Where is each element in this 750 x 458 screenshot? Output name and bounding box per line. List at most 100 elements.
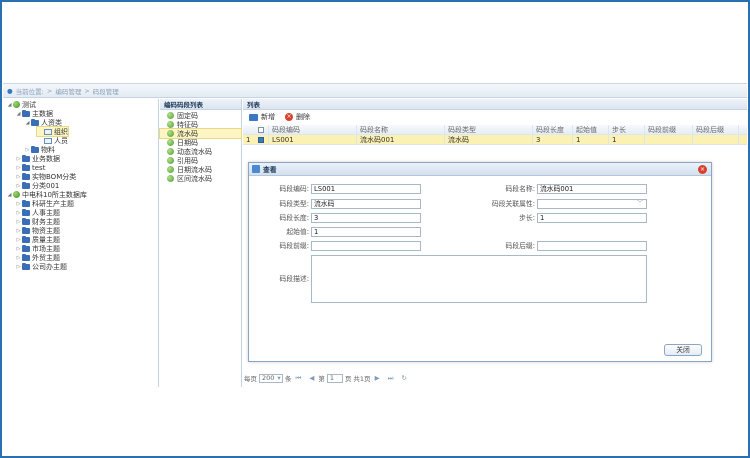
collapsed-arrow-icon[interactable]: ▷ [15,156,22,162]
collapsed-arrow-icon[interactable]: ▷ [15,264,22,270]
column-header[interactable]: 码段前缀 [645,125,693,134]
folder-icon [22,262,30,270]
collapsed-arrow-icon[interactable]: ▷ [15,228,22,234]
tree-node[interactable]: ▷ 公司办主题 [15,262,67,271]
tree-node-label: 人员 [54,136,68,145]
segment-item[interactable]: 区间流水码 [160,174,241,183]
category-tree: ◢ 测试 ◢ 主数据 ◢ 人资类 组织 人员 ▷ 物料 ▷ 业务数据 ▷ test ▷ 实物BOM分类 ▷ 分类0… [3,99,159,387]
dialog-close-icon[interactable]: × [698,165,707,174]
expanded-arrow-icon[interactable]: ◢ [24,120,31,126]
segment-icon [167,157,174,164]
folder-icon [22,181,30,189]
dialog-title: 查看 [263,166,277,174]
expanded-arrow-icon[interactable]: ◢ [6,192,13,198]
folder-icon [31,145,39,153]
page-size-value: 200 [262,374,275,382]
collapsed-arrow-icon[interactable]: ▷ [15,246,22,252]
suffix-field[interactable] [537,241,647,251]
segment-icon [167,121,174,128]
delete-button-label: 删除 [296,113,310,121]
segment-icon [167,148,174,155]
pager-page-suffix: 页 共1页 [344,375,371,383]
tree-node[interactable]: ▷ 业务数据 [15,154,60,163]
pager: 每页 200 ▾ 条 ⏮ ◀ 第 1 页 共1页 ▶ ⏭ ↻ [243,371,747,385]
folder-icon [22,235,30,243]
column-header[interactable]: 码段类型 [445,125,533,134]
folder-icon [22,199,30,207]
column-header[interactable]: 码段名称 [357,125,445,134]
delete-button[interactable]: × 删除 [285,112,310,122]
table-cell: 流水码 [445,135,533,144]
collapsed-arrow-icon[interactable]: ▷ [15,174,22,180]
collapsed-arrow-icon[interactable]: ▷ [15,255,22,261]
desc-textarea[interactable] [311,255,647,303]
pager-per-page-label: 每页 [244,375,257,383]
row-index-cell: 1 [243,135,269,144]
type-field[interactable]: 流水码 [311,199,421,209]
tree-node-label: test [32,163,46,172]
desc-label: 码段描述: [279,275,309,283]
segment-icon [167,166,174,173]
table-cell: LS001 [269,135,357,144]
length-field[interactable]: 3 [311,213,421,223]
collapsed-arrow-icon[interactable]: ▷ [15,237,22,243]
segment-icon [167,112,174,119]
table-cell: 流水码001 [357,135,445,144]
name-field[interactable]: 流水码001 [537,184,647,194]
next-page-icon[interactable]: ▶ [375,374,380,382]
type-label: 码段类型: [279,200,309,208]
prev-page-icon[interactable]: ◀ [309,374,314,382]
collapsed-arrow-icon[interactable]: ▷ [15,219,22,225]
segment-item[interactable]: 特征码 [160,120,241,129]
grid-header: 码段编码 码段名称 码段类型 码段长度 起始值 步长 码段前缀 码段后缀 [243,125,747,135]
delete-icon: × [285,113,293,121]
first-page-icon[interactable]: ⏮ [296,374,302,383]
attr-select[interactable]: ﹀ [537,199,647,209]
column-header[interactable]: 码段编码 [269,125,357,134]
folder-icon [22,109,30,117]
segment-item[interactable]: 固定码 [160,111,241,120]
column-header[interactable]: 码段后缀 [693,125,739,134]
refresh-icon[interactable]: ↻ [401,374,406,382]
attr-label: 码段关联属性: [491,200,535,208]
add-button[interactable]: 新增 [249,112,275,122]
tree-node-label: 公司办主题 [32,262,67,271]
expanded-arrow-icon[interactable]: ◢ [15,111,22,117]
collapsed-arrow-icon[interactable]: ▷ [15,183,22,189]
select-all-checkbox[interactable] [258,126,264,133]
column-header[interactable]: 步长 [609,125,645,134]
collapsed-arrow-icon[interactable]: ▷ [24,147,31,153]
page-size-select[interactable]: 200 ▾ [259,373,283,383]
prefix-field[interactable] [311,241,421,251]
current-page-input[interactable]: 1 [326,373,343,383]
length-label: 码段长度: [279,214,309,222]
breadcrumb-item-2[interactable]: 码段管理 [93,86,119,96]
step-field[interactable]: 1 [537,213,647,223]
list-icon [44,128,52,135]
globe-icon [13,101,20,108]
tree-node-label: 业务数据 [32,154,60,163]
column-header[interactable]: 码段长度 [533,125,573,134]
column-header[interactable]: 起始值 [573,125,609,134]
collapsed-arrow-icon[interactable]: ▷ [15,210,22,216]
collapsed-arrow-icon[interactable]: ▷ [15,165,22,171]
segment-item[interactable]: 动态流水码 [160,147,241,156]
list-title: 列表 [243,99,747,110]
segment-item[interactable]: 流水码 [159,128,242,139]
segment-item-label: 区间流水码 [177,174,212,183]
close-button[interactable]: 关闭 [664,344,702,356]
start-field[interactable]: 1 [311,227,421,237]
breadcrumb-separator: > [84,86,90,95]
code-field[interactable]: LS001 [311,184,421,194]
collapsed-arrow-icon[interactable]: ▷ [15,201,22,207]
select-all-cell [243,125,269,134]
add-icon [249,113,258,121]
expanded-arrow-icon[interactable]: ◢ [6,102,13,108]
breadcrumb: ● 当前位置: > 编码管理 > 码段管理 [3,84,747,98]
table-row[interactable]: 1 LS001 流水码001 流水码 3 1 1 [243,135,747,145]
last-page-icon[interactable]: ⏭ [388,374,394,383]
row-checkbox[interactable] [258,136,264,143]
segment-grid: 码段编码 码段名称 码段类型 码段长度 起始值 步长 码段前缀 码段后缀 1 LS001 流水码00… [243,125,747,145]
segment-icon [167,175,174,182]
breadcrumb-item-1[interactable]: 编码管理 [55,86,81,96]
